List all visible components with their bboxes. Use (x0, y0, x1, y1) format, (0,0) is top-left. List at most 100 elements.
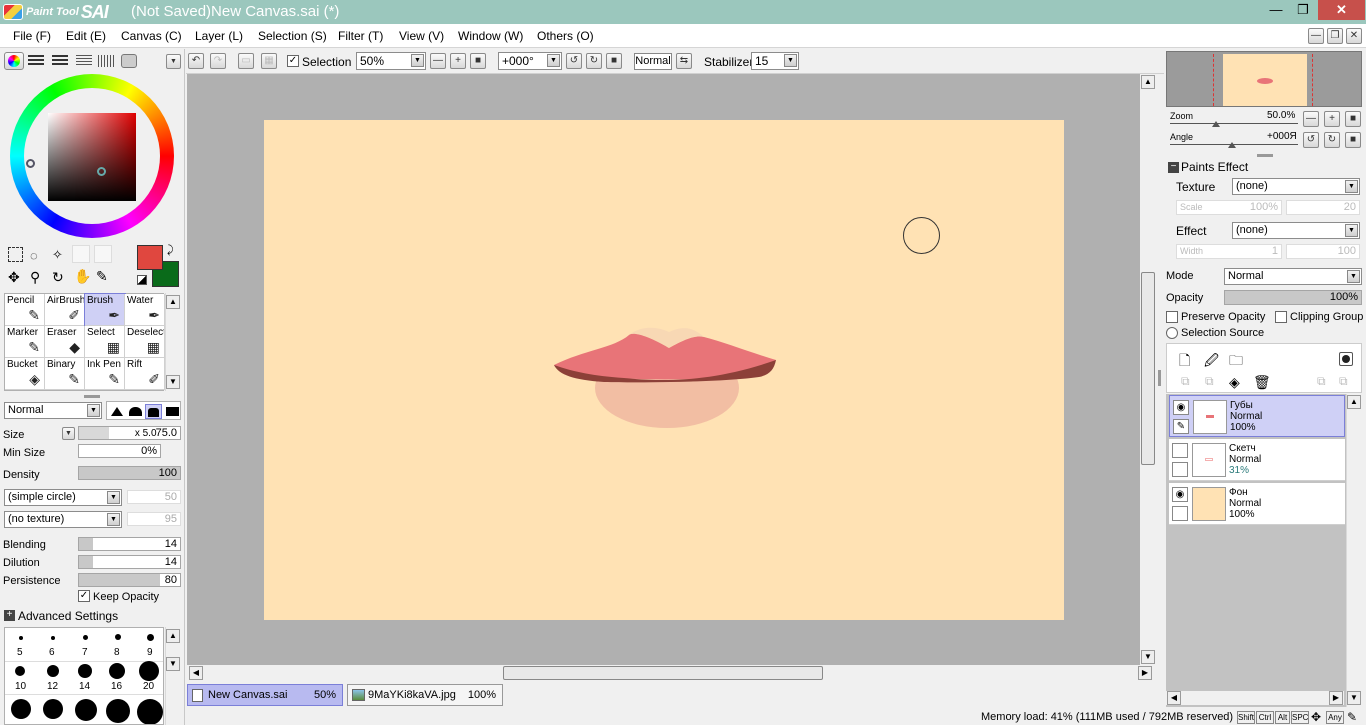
brush-size-dot[interactable] (78, 664, 92, 678)
panel-splitter[interactable] (1257, 154, 1273, 157)
nav-rotate-reset-button[interactable]: ■ (1345, 132, 1361, 148)
tool-water[interactable]: Water ✒ (125, 294, 165, 326)
selection-source-radio[interactable] (1166, 327, 1178, 339)
edge-hard-icon[interactable] (111, 407, 123, 416)
menu-selection[interactable]: Selection (S) (258, 29, 327, 43)
delete-layer-icon[interactable]: 🗑 (1253, 374, 1271, 391)
nav-zoom-reset-button[interactable]: ■ (1345, 111, 1361, 127)
deselect-button[interactable]: ▭ (238, 53, 254, 69)
brush-size-dot[interactable] (147, 634, 154, 641)
layer-paste-icon[interactable]: ⧉ (1339, 374, 1348, 389)
mdi-restore-button[interactable]: ❐ (1327, 28, 1343, 44)
panel-splitter[interactable] (84, 395, 100, 398)
clear-layer-icon[interactable]: ◈ (1229, 374, 1240, 391)
drawing-canvas[interactable] (264, 120, 1064, 620)
new-layer-icon[interactable]: 🗋 (1179, 350, 1190, 374)
scroll-up-arrow[interactable]: ▲ (166, 629, 180, 643)
color-wheel-mode-button[interactable] (4, 52, 24, 70)
menu-others[interactable]: Others (O) (537, 29, 594, 43)
angle-dropdown[interactable]: +000° ▼ (498, 52, 562, 70)
lock-toggle[interactable] (1172, 506, 1188, 521)
hue-picker[interactable] (26, 159, 35, 168)
brush-edge-selector[interactable] (106, 401, 181, 420)
dilution-slider[interactable]: 14 (78, 555, 181, 569)
tool-deselect[interactable]: Deselect ▦ (125, 326, 165, 358)
brush-size-dot[interactable] (115, 634, 121, 640)
nav-zoom-in-button[interactable]: + (1324, 111, 1340, 127)
expand-icon[interactable]: + (4, 610, 15, 621)
mixer-icon[interactable] (98, 55, 114, 67)
nav-zoom-slider[interactable] (1170, 123, 1298, 124)
transparent-color-icon[interactable] (137, 275, 147, 285)
scroll-up-arrow[interactable]: ▲ (166, 295, 180, 309)
layer-list-scrollbar[interactable]: ▲ ▼ (1346, 394, 1362, 707)
scroll-up-arrow[interactable]: ▲ (1141, 75, 1155, 89)
eye-icon[interactable]: ◉ (1173, 400, 1189, 415)
nav-zoom-thumb[interactable] (1212, 121, 1220, 127)
vertical-scroll-thumb[interactable] (1141, 272, 1155, 465)
menu-edit[interactable]: Edit (E) (66, 29, 106, 43)
zoom-icon[interactable]: ⚲ (30, 269, 40, 286)
saturation-value-square[interactable] (48, 113, 136, 201)
lasso-icon[interactable]: ◌ (30, 248, 38, 263)
view-mode-button[interactable]: Normal (634, 53, 672, 70)
brush-size-dot[interactable] (15, 666, 25, 676)
brush-texture-dropdown[interactable]: (no texture) ▼ (4, 511, 122, 528)
scroll-down-arrow[interactable]: ▼ (166, 657, 180, 671)
tool-rift[interactable]: Rift ✐ (125, 358, 165, 390)
layer-mask-icon[interactable] (1339, 352, 1353, 366)
stabilizer-dropdown[interactable]: 15 ▼ (751, 52, 799, 70)
mdi-minimize-button[interactable]: — (1308, 28, 1324, 44)
edge-flat-icon[interactable] (166, 407, 179, 416)
brush-size-dot[interactable] (51, 636, 55, 640)
minimize-button[interactable]: — (1263, 0, 1289, 20)
brush-presets-scrollbar[interactable]: ▲ ▼ (165, 627, 181, 725)
edge-medium-icon[interactable] (145, 404, 162, 419)
color-wheel[interactable] (10, 74, 174, 238)
canvas-vertical-scrollbar[interactable]: ▲ ▼ (1140, 74, 1156, 665)
undo-button[interactable]: ↶ (188, 53, 204, 69)
collapse-icon[interactable]: − (1168, 162, 1179, 173)
right-panel-splitter[interactable] (1158, 370, 1161, 386)
size-preset-button[interactable]: ▼ (62, 427, 75, 440)
flip-horizontal-button[interactable]: ⇆ (676, 53, 692, 69)
move-icon[interactable]: ✥ (8, 269, 20, 286)
maximize-button[interactable]: ❐ (1290, 0, 1316, 20)
tool-eraser[interactable]: Eraser ◆ (45, 326, 85, 358)
mdi-close-button[interactable]: ✕ (1346, 28, 1362, 44)
nav-rotate-right-button[interactable]: ↻ (1324, 132, 1340, 148)
tool-airbrush[interactable]: AirBrush ✐ (45, 294, 85, 326)
hsv-sliders-icon[interactable] (52, 55, 68, 67)
menu-filter[interactable]: Filter (T) (338, 29, 383, 43)
invert-selection-button[interactable]: ▦ (261, 53, 277, 69)
redo-button[interactable]: ↷ (210, 53, 226, 69)
scroll-down-arrow[interactable]: ▼ (1141, 650, 1155, 664)
tab-new-canvas[interactable]: New Canvas.sai 50% (187, 684, 343, 706)
menu-file[interactable]: File (F) (13, 29, 51, 43)
rotate-reset-button[interactable]: ■ (606, 53, 622, 69)
new-folder-icon[interactable]: 🗀 (1229, 350, 1243, 374)
brush-blend-mode-dropdown[interactable]: Normal ▼ (4, 402, 102, 419)
brush-shape-dropdown[interactable]: (simple circle) ▼ (4, 489, 122, 506)
zoom-reset-button[interactable]: ■ (470, 53, 486, 69)
tool-brush[interactable]: Brush ✒ (84, 293, 126, 327)
layer-item-sketch[interactable]: Скетч Normal 31% (1169, 439, 1345, 481)
menu-layer[interactable]: Layer (L) (195, 29, 243, 43)
primary-color-swatch[interactable] (137, 245, 163, 270)
brush-lock-icon[interactable]: ✎ (1173, 419, 1189, 434)
layer-mode-dropdown[interactable]: Normal ▼ (1224, 268, 1362, 285)
clipping-group-checkbox[interactable] (1275, 311, 1287, 323)
eye-icon[interactable]: ◉ (1172, 487, 1188, 502)
tab-image-file[interactable]: 9MaYKi8kaVA.jpg 100% (347, 684, 503, 706)
texture-dropdown[interactable]: (none) ▼ (1232, 178, 1360, 195)
eyedropper-icon[interactable]: ✎ (96, 268, 108, 285)
layer-copy-icon[interactable]: ⧉ (1317, 374, 1326, 389)
paints-effect-header[interactable]: Paints Effect (1181, 160, 1248, 174)
nav-rotate-left-button[interactable]: ↺ (1303, 132, 1319, 148)
scratchpad-icon[interactable] (121, 54, 137, 68)
brush-size-dot[interactable] (43, 699, 63, 719)
tool-pencil[interactable]: Pencil ✎ (5, 294, 45, 326)
brush-size-dot[interactable] (11, 699, 31, 719)
menu-canvas[interactable]: Canvas (C) (121, 29, 182, 43)
density-slider[interactable]: 100 (78, 466, 181, 480)
